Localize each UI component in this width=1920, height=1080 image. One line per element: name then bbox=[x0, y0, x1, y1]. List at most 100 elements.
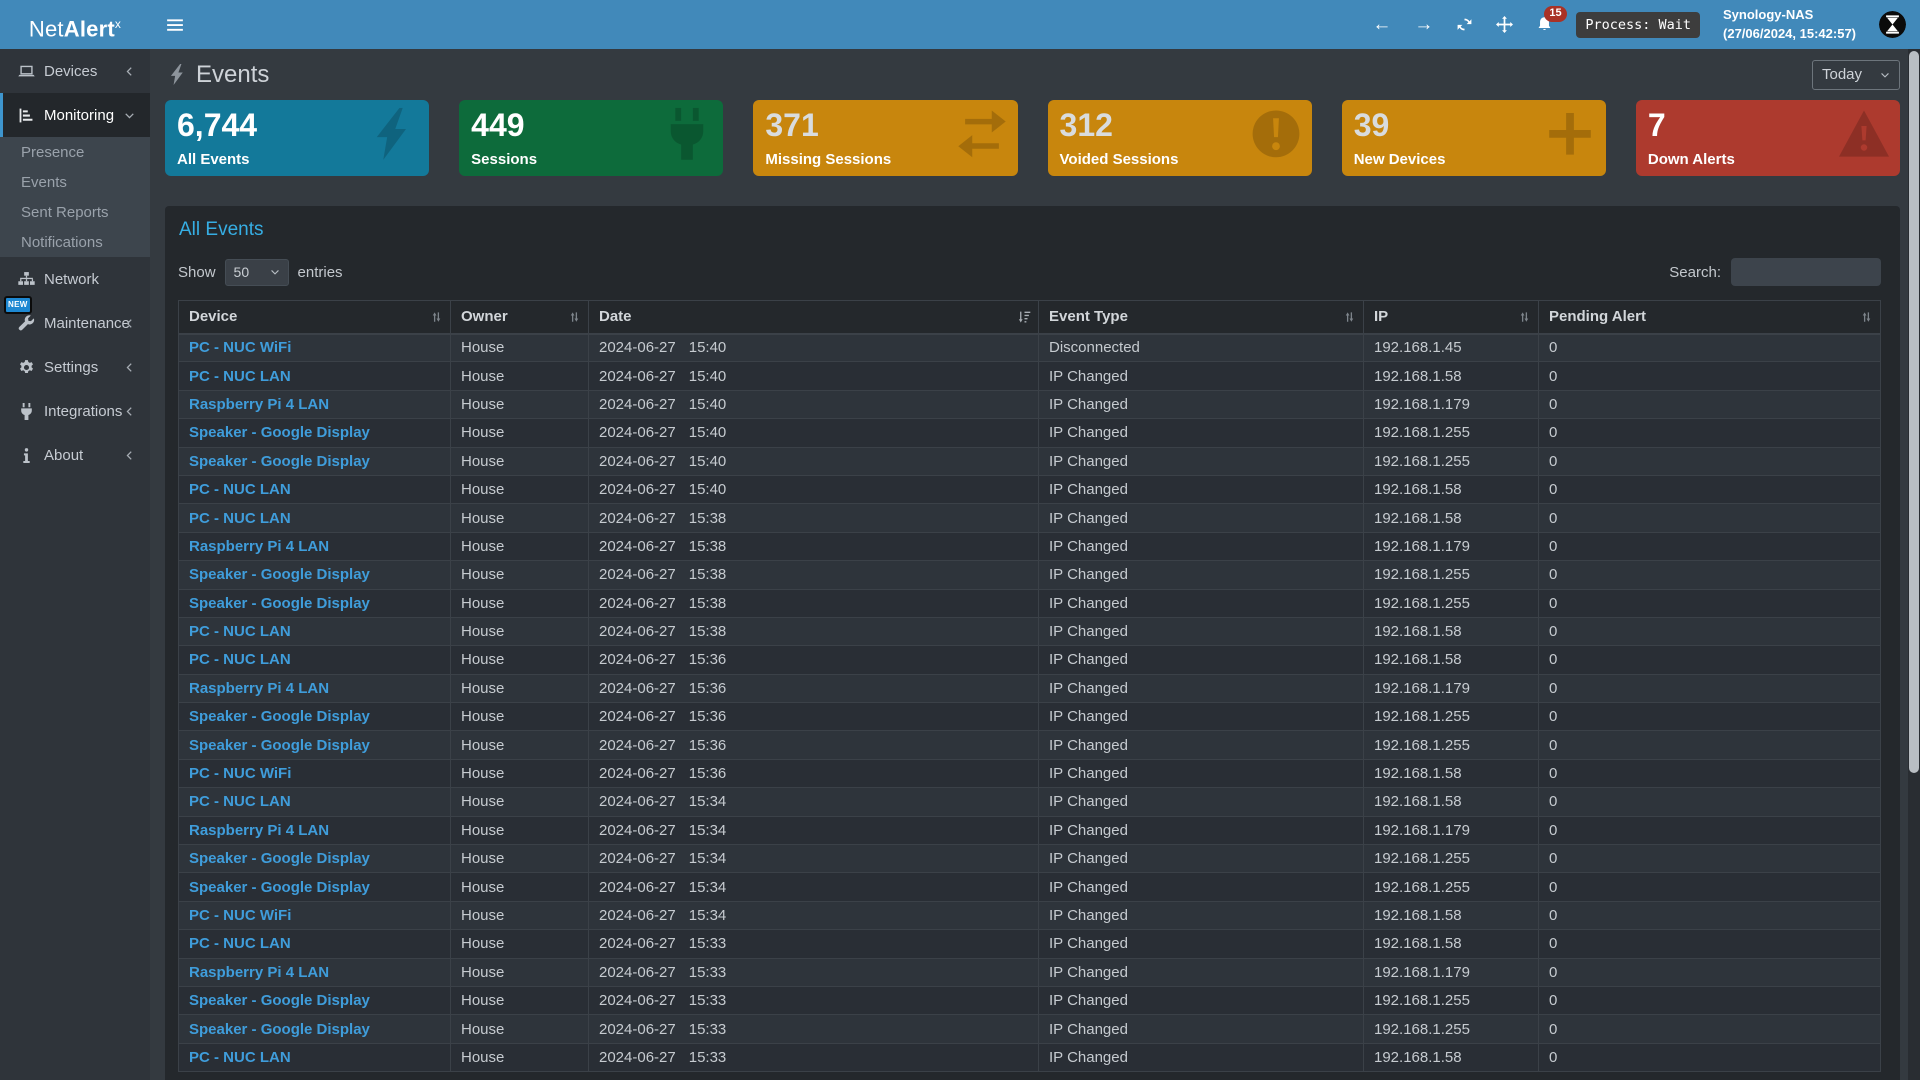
date-value: 2024-06-27 bbox=[599, 453, 676, 470]
sidebar-item-maintenance[interactable]: MaintenanceNEW bbox=[0, 301, 150, 345]
event-type-cell: IP Changed bbox=[1039, 589, 1364, 617]
column-header-device[interactable]: Device bbox=[179, 301, 451, 334]
device-link[interactable]: Raspberry Pi 4 LAN bbox=[189, 822, 329, 839]
device-link[interactable]: Speaker - Google Display bbox=[189, 566, 370, 583]
move-fullscreen-button[interactable] bbox=[1496, 16, 1513, 33]
sidebar-subitem-events[interactable]: Events bbox=[0, 167, 150, 197]
sidebar-item-label: Integrations bbox=[44, 403, 122, 420]
device-link[interactable]: PC - NUC WiFi bbox=[189, 339, 291, 356]
device-link[interactable]: PC - NUC LAN bbox=[189, 935, 291, 952]
sidebar-item-monitoring[interactable]: Monitoring bbox=[0, 93, 150, 137]
process-status-chip: Process: Wait bbox=[1576, 12, 1700, 38]
wrench-icon bbox=[18, 315, 35, 332]
stat-card-new-devices[interactable]: 39New Devices bbox=[1342, 100, 1606, 176]
sidebar-item-settings[interactable]: Settings bbox=[0, 345, 150, 389]
device-link[interactable]: PC - NUC LAN bbox=[189, 651, 291, 668]
panel-title: All Events bbox=[179, 219, 1881, 241]
device-cell: Speaker - Google Display bbox=[179, 561, 451, 589]
sidebar-item-integrations[interactable]: Integrations bbox=[0, 389, 150, 433]
table-row: Raspberry Pi 4 LANHouse2024-06-2715:33IP… bbox=[179, 958, 1881, 986]
device-link[interactable]: PC - NUC LAN bbox=[189, 510, 291, 527]
period-selector-value: Today bbox=[1822, 66, 1862, 83]
sidebar-subitem-notifications[interactable]: Notifications bbox=[0, 227, 150, 257]
device-link[interactable]: Speaker - Google Display bbox=[189, 424, 370, 441]
column-header-pending-alert[interactable]: Pending Alert bbox=[1539, 301, 1881, 334]
device-link[interactable]: PC - NUC WiFi bbox=[189, 907, 291, 924]
device-link[interactable]: PC - NUC WiFi bbox=[189, 765, 291, 782]
column-header-owner[interactable]: Owner bbox=[451, 301, 589, 334]
stat-card-down-alerts[interactable]: 7Down Alerts bbox=[1636, 100, 1900, 176]
device-link[interactable]: Speaker - Google Display bbox=[189, 1021, 370, 1038]
device-link[interactable]: Speaker - Google Display bbox=[189, 992, 370, 1009]
device-link[interactable]: Speaker - Google Display bbox=[189, 850, 370, 867]
search-input[interactable] bbox=[1731, 258, 1881, 286]
table-row: Speaker - Google DisplayHouse2024-06-271… bbox=[179, 731, 1881, 759]
ip-cell: 192.168.1.255 bbox=[1364, 419, 1539, 447]
owner-cell: House bbox=[451, 759, 589, 787]
column-header-date[interactable]: Date bbox=[589, 301, 1039, 334]
sidebar-subitem-sent-reports[interactable]: Sent Reports bbox=[0, 197, 150, 227]
pending-alert-cell: 0 bbox=[1539, 930, 1881, 958]
owner-cell: House bbox=[451, 334, 589, 362]
sidebar-item-network[interactable]: Network bbox=[0, 257, 150, 301]
pending-alert-cell: 0 bbox=[1539, 845, 1881, 873]
time-value: 15:36 bbox=[689, 737, 727, 754]
device-link[interactable]: PC - NUC LAN bbox=[189, 481, 291, 498]
device-link[interactable]: Speaker - Google Display bbox=[189, 708, 370, 725]
user-avatar[interactable] bbox=[1879, 11, 1906, 38]
pending-alert-cell: 0 bbox=[1539, 1015, 1881, 1043]
table-row: Speaker - Google DisplayHouse2024-06-271… bbox=[179, 845, 1881, 873]
stat-card-sessions[interactable]: 449Sessions bbox=[459, 100, 723, 176]
sidebar-subitem-presence[interactable]: Presence bbox=[0, 137, 150, 167]
search-label: Search: bbox=[1669, 264, 1721, 281]
date-cell: 2024-06-2715:38 bbox=[589, 617, 1039, 645]
column-header-event-type[interactable]: Event Type bbox=[1039, 301, 1364, 334]
device-link[interactable]: PC - NUC LAN bbox=[189, 368, 291, 385]
nav-forward-button[interactable]: → bbox=[1414, 15, 1433, 34]
device-link[interactable]: Raspberry Pi 4 LAN bbox=[189, 396, 329, 413]
period-selector[interactable]: Today bbox=[1812, 60, 1900, 90]
page-size-select[interactable]: 50 bbox=[225, 259, 289, 286]
sidebar-item-label: Devices bbox=[44, 63, 97, 80]
device-link[interactable]: Speaker - Google Display bbox=[189, 595, 370, 612]
stat-card-all-events[interactable]: 6,744All Events bbox=[165, 100, 429, 176]
device-cell: Speaker - Google Display bbox=[179, 703, 451, 731]
brand-logo[interactable]: NetAlertx bbox=[0, 0, 150, 49]
column-header-label: Date bbox=[599, 308, 632, 325]
nav-back-button[interactable]: ← bbox=[1372, 15, 1391, 34]
refresh-button[interactable] bbox=[1456, 16, 1473, 33]
scrollbar-thumb[interactable] bbox=[1909, 51, 1919, 773]
time-value: 15:40 bbox=[689, 424, 727, 441]
date-cell: 2024-06-2715:40 bbox=[589, 362, 1039, 390]
pending-alert-cell: 0 bbox=[1539, 617, 1881, 645]
stat-card-missing-sessions[interactable]: 371Missing Sessions bbox=[753, 100, 1017, 176]
chevron-down-icon bbox=[124, 110, 135, 121]
date-cell: 2024-06-2715:34 bbox=[589, 901, 1039, 929]
device-link[interactable]: Raspberry Pi 4 LAN bbox=[189, 680, 329, 697]
device-cell: Speaker - Google Display bbox=[179, 986, 451, 1014]
stat-card-voided-sessions[interactable]: 312Voided Sessions bbox=[1048, 100, 1312, 176]
date-value: 2024-06-27 bbox=[599, 737, 676, 754]
vertical-scrollbar[interactable] bbox=[1908, 49, 1920, 1080]
device-link[interactable]: Speaker - Google Display bbox=[189, 879, 370, 896]
device-link[interactable]: Speaker - Google Display bbox=[189, 737, 370, 754]
device-cell: Raspberry Pi 4 LAN bbox=[179, 816, 451, 844]
device-link[interactable]: PC - NUC LAN bbox=[189, 793, 291, 810]
device-link[interactable]: Speaker - Google Display bbox=[189, 453, 370, 470]
table-row: PC - NUC LANHouse2024-06-2715:33IP Chang… bbox=[179, 930, 1881, 958]
sidebar-item-devices[interactable]: Devices bbox=[0, 49, 150, 93]
device-link[interactable]: PC - NUC LAN bbox=[189, 1049, 291, 1066]
device-link[interactable]: Raspberry Pi 4 LAN bbox=[189, 538, 329, 555]
pending-alert-cell: 0 bbox=[1539, 731, 1881, 759]
ip-cell: 192.168.1.179 bbox=[1364, 532, 1539, 560]
pending-alert-cell: 0 bbox=[1539, 589, 1881, 617]
device-link[interactable]: Raspberry Pi 4 LAN bbox=[189, 964, 329, 981]
sidebar-toggle-button[interactable] bbox=[166, 16, 184, 34]
time-value: 15:36 bbox=[689, 651, 727, 668]
sidebar-item-about[interactable]: About bbox=[0, 433, 150, 477]
time-value: 15:33 bbox=[689, 992, 727, 1009]
owner-cell: House bbox=[451, 532, 589, 560]
notifications-bell-button[interactable]: 15 bbox=[1536, 16, 1553, 33]
device-link[interactable]: PC - NUC LAN bbox=[189, 623, 291, 640]
column-header-ip[interactable]: IP bbox=[1364, 301, 1539, 334]
